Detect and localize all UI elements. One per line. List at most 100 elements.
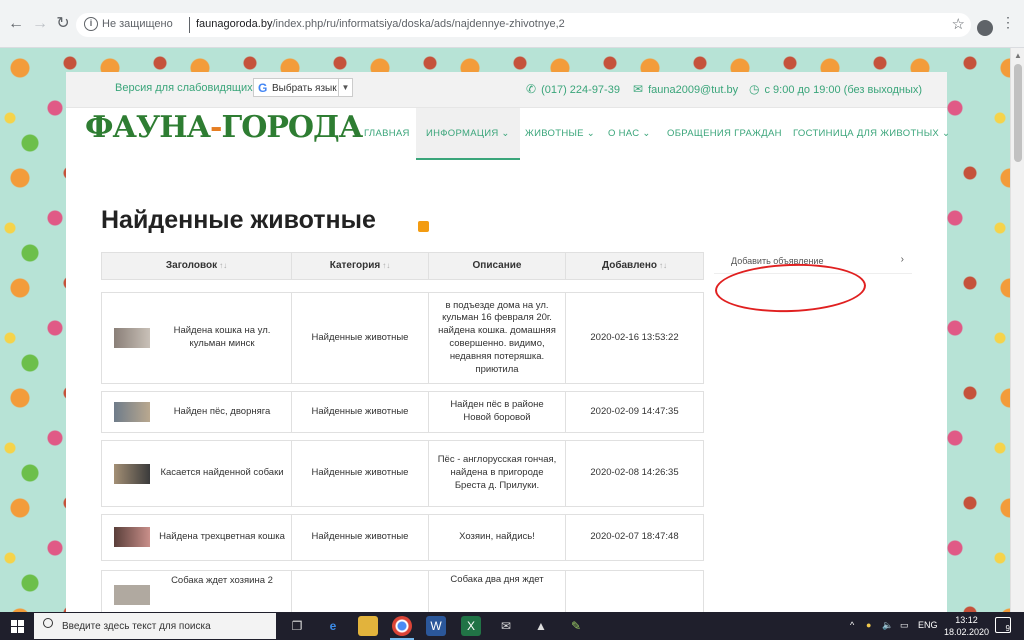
table-row[interactable]: Собака ждет хозяина 2 Собака два дня жде…	[101, 570, 704, 612]
table-row[interactable]: Касается найденной собаки Найденные живо…	[101, 440, 704, 507]
ad-thumbnail[interactable]	[114, 585, 150, 605]
phone-icon: ✆	[526, 82, 537, 96]
phone-contact[interactable]: ✆ (017) 224-97-39	[526, 82, 620, 96]
nav-home[interactable]: ГЛАВНАЯ	[364, 108, 410, 160]
nav-citizen-appeals[interactable]: ОБРАЩЕНИЯ ГРАЖДАН	[667, 108, 782, 160]
site-logo[interactable]: ФАУНА-ГОРОДА	[85, 108, 363, 148]
browser-toolbar: ← → ↻ i Не защищено faunagoroda.by/index…	[0, 0, 1024, 48]
bookmark-star-icon[interactable]: ☆	[952, 15, 965, 33]
url-text[interactable]: faunagoroda.by/index.php/ru/informatsiya…	[196, 18, 565, 30]
profile-avatar-icon[interactable]	[977, 20, 993, 36]
task-view-icon[interactable]: ❐	[287, 616, 307, 636]
ad-thumbnail[interactable]	[114, 328, 150, 348]
file-explorer-icon[interactable]	[358, 616, 378, 636]
forward-arrow-icon[interactable]: →	[28, 12, 52, 36]
ad-title-link[interactable]: Собака ждет хозяина 2	[157, 575, 287, 588]
scroll-up-icon[interactable]: ▲	[1014, 51, 1022, 60]
language-indicator[interactable]: ENG	[918, 620, 938, 630]
table-row[interactable]: Найдена кошка на ул. кульман минск Найде…	[101, 292, 704, 384]
info-icon[interactable]: i	[84, 17, 98, 31]
photos-icon[interactable]: ▲	[531, 616, 551, 636]
windows-start-icon[interactable]	[0, 612, 34, 640]
ad-thumbnail[interactable]	[114, 464, 150, 484]
page-scrollbar[interactable]: ▲	[1010, 48, 1024, 612]
low-vision-link[interactable]: Версия для слабовидящих	[115, 82, 253, 94]
ad-thumbnail[interactable]	[114, 527, 150, 547]
paint-icon[interactable]: ✎	[566, 616, 586, 636]
column-header-category[interactable]: Категория ↑↓	[292, 253, 429, 279]
language-selector[interactable]: G Выбрать язык ▼	[253, 78, 353, 97]
date-cell: 2020-02-07 18:47:48	[590, 531, 679, 543]
table-header: Заголовок ↑↓ Категория ↑↓ Описание Добавле…	[101, 252, 704, 280]
table-row[interactable]: Найдена трехцветная кошка Найденные живо…	[101, 514, 704, 561]
top-info-bar: Версия для слабовидящих G Выбрать язык ▼…	[66, 72, 947, 108]
system-clock[interactable]: 13:12 18.02.2020	[944, 614, 989, 638]
mail-icon[interactable]: ✉	[496, 616, 516, 636]
chrome-browser-icon[interactable]	[392, 616, 412, 636]
ad-title-link[interactable]: Найдена кошка на ул. кульман минск	[157, 325, 287, 351]
column-header-description: Описание	[429, 253, 566, 279]
description-cell: Собака два дня ждет	[429, 571, 566, 612]
language-selector-label: Выбрать язык	[272, 83, 337, 94]
column-header-added[interactable]: Добавлено ↑↓	[566, 253, 703, 279]
chevron-right-icon: ›	[900, 254, 904, 265]
edge-browser-icon[interactable]: e	[323, 616, 343, 636]
reload-icon[interactable]: ↻	[51, 12, 75, 36]
date-cell	[566, 571, 703, 612]
category-cell: Найденные животные	[292, 515, 429, 560]
envelope-icon: ✉	[633, 82, 644, 96]
description-cell: Хозяин, найдись!	[429, 515, 566, 560]
description-cell: Пёс - англорусская гончая, найдена в при…	[429, 441, 566, 506]
address-bar[interactable]: i Не защищено faunagoroda.by/index.php/r…	[76, 13, 971, 37]
word-icon[interactable]: W	[426, 616, 446, 636]
clock-icon: ◷	[749, 82, 760, 96]
nav-about[interactable]: О НАС ⌄	[608, 108, 651, 160]
ad-thumbnail[interactable]	[114, 402, 150, 422]
ad-title-link[interactable]: Найден пёс, дворняга	[157, 406, 287, 419]
nav-animals[interactable]: ЖИВОТНЫЕ ⌄	[525, 108, 595, 160]
description-cell: в подъезде дома на ул. кульман 16 феврал…	[429, 293, 566, 383]
browser-menu-icon[interactable]: ⋮	[1001, 15, 1015, 30]
nav-information[interactable]: ИНФОРМАЦИЯ ⌄	[416, 108, 520, 160]
windows-taskbar: Введите здесь текст для поиска ❐ e W X ✉…	[0, 612, 1024, 640]
page-title: Найденные животные	[101, 206, 376, 234]
scrollbar-thumb[interactable]	[1014, 64, 1022, 162]
title-cell: Найден пёс, дворняга	[102, 392, 292, 432]
tray-expand-icon[interactable]: ^	[850, 620, 854, 630]
category-cell: Найденные животные	[292, 293, 429, 383]
ad-title-link[interactable]: Найдена трехцветная кошка	[157, 531, 287, 544]
title-cell: Собака ждет хозяина 2	[102, 571, 292, 612]
ad-title-link[interactable]: Касается найденной собаки	[157, 467, 287, 480]
google-icon: G	[258, 81, 268, 95]
site-header: ФАУНА-ГОРОДА ГЛАВНАЯ ИНФОРМАЦИЯ ⌄ ЖИВОТН…	[66, 108, 950, 162]
date-cell: 2020-02-16 13:53:22	[590, 331, 679, 343]
network-icon[interactable]: ▭	[900, 620, 909, 631]
omnibox-separator	[189, 17, 190, 33]
not-secure-label: Не защищено	[102, 18, 173, 30]
back-arrow-icon[interactable]: ←	[4, 12, 28, 36]
description-cell: Найден пёс в районе Новой боровой	[429, 392, 566, 432]
volume-icon[interactable]: 🔈	[882, 620, 893, 631]
tray-app-icon[interactable]: ●	[866, 620, 871, 630]
title-cell: Касается найденной собаки	[102, 441, 292, 506]
category-cell: Найденные животные	[292, 441, 429, 506]
dropdown-arrow-icon: ▼	[338, 79, 352, 96]
taskbar-search-placeholder: Введите здесь текст для поиска	[62, 621, 211, 632]
page-viewport: Версия для слабовидящих G Выбрать язык ▼…	[0, 48, 1024, 612]
excel-icon[interactable]: X	[461, 616, 481, 636]
title-cell: Найдена кошка на ул. кульман минск	[102, 293, 292, 383]
date-cell: 2020-02-09 14:47:35	[590, 405, 679, 417]
column-header-title[interactable]: Заголовок ↑↓	[102, 253, 292, 279]
date-cell: 2020-02-08 14:26:35	[590, 467, 679, 479]
notifications-icon[interactable]: 9	[995, 617, 1011, 633]
table-row[interactable]: Найден пёс, дворняга Найденные животные …	[101, 391, 704, 433]
working-hours: ◷ с 9:00 до 19:00 (без выходных)	[749, 82, 923, 96]
nav-pet-hotel[interactable]: ГОСТИНИЦА ДЛЯ ЖИВОТНЫХ ⌄	[793, 108, 950, 160]
page-container: Версия для слабовидящих G Выбрать язык ▼…	[66, 72, 950, 612]
email-contact[interactable]: ✉ fauna2009@tut.by	[633, 82, 738, 96]
category-cell: Найденные животные	[292, 392, 429, 432]
rss-icon[interactable]	[418, 221, 429, 232]
taskbar-search-input[interactable]: Введите здесь текст для поиска	[34, 613, 276, 639]
category-cell	[292, 571, 429, 612]
search-icon	[43, 618, 53, 628]
